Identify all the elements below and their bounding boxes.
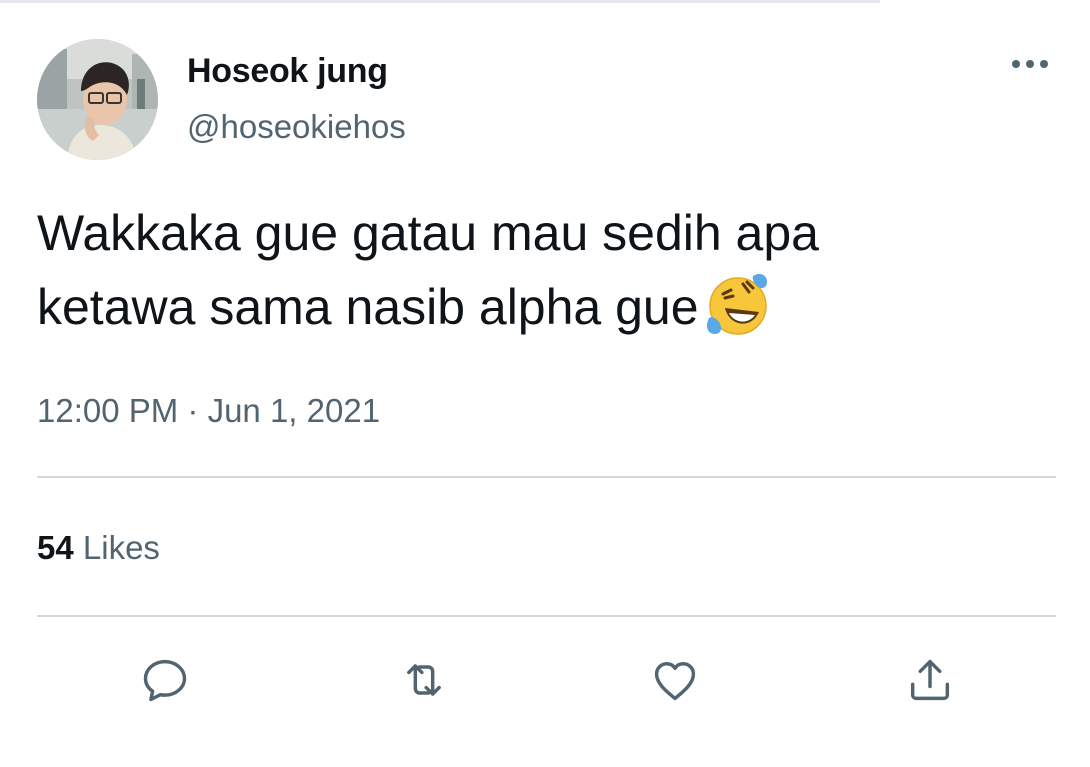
like-button[interactable] — [647, 652, 703, 708]
tweet-text-line-1: Wakkaka gue gatau mau sedih apa — [37, 205, 819, 261]
heart-icon — [654, 662, 696, 701]
divider-top — [37, 476, 1056, 478]
more-options-button[interactable] — [1004, 46, 1056, 82]
share-button[interactable] — [902, 652, 958, 708]
reply-icon — [143, 659, 187, 702]
more-icon — [1012, 60, 1048, 68]
tweet-card: Hoseok jung @hoseokiehos Wakkaka gue gat… — [0, 0, 1090, 767]
tweet-text: Wakkaka gue gatau mau sedih apa ketawa s… — [37, 196, 1037, 344]
tweet-timestamp[interactable]: 12:00 PM · Jun 1, 2021 — [37, 392, 380, 430]
author-handle[interactable]: @hoseokiehos — [187, 108, 406, 146]
divider-bottom — [37, 615, 1056, 617]
retweet-icon — [407, 664, 441, 696]
likes-label: Likes — [82, 529, 160, 566]
reply-button[interactable] — [137, 652, 193, 708]
tweet-text-line-2: ketawa sama nasib alpha gue — [37, 279, 699, 335]
likes-stat[interactable]: 54 Likes — [37, 529, 160, 567]
top-divider — [0, 0, 880, 3]
retweet-button[interactable] — [396, 652, 452, 708]
avatar[interactable] — [37, 39, 158, 160]
likes-count: 54 — [37, 529, 74, 566]
author-name[interactable]: Hoseok jung — [187, 52, 388, 91]
rolling-laughing-emoji-icon — [706, 274, 767, 335]
avatar-photo — [37, 39, 158, 160]
share-icon — [910, 659, 950, 701]
